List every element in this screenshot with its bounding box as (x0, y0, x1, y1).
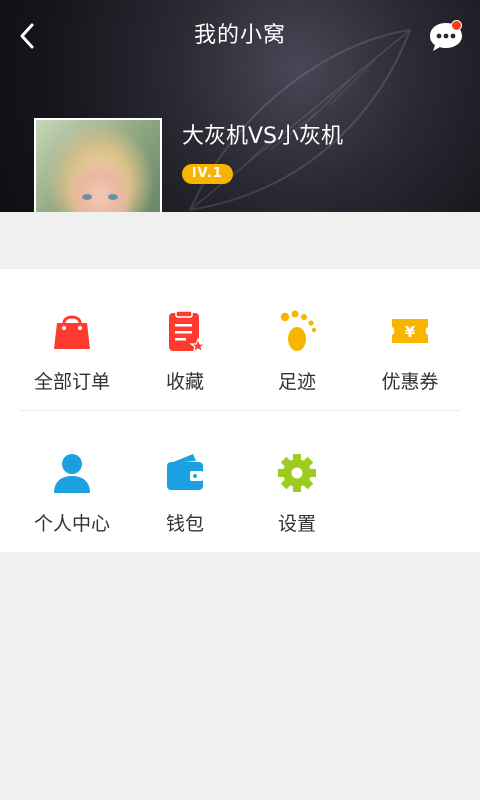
footprints-button[interactable]: 足迹 (242, 279, 352, 399)
menu-label: 收藏 (165, 371, 204, 393)
avatar-eye (82, 194, 92, 200)
messages-button[interactable] (426, 18, 466, 54)
profile-header: 我的小窝 大灰机VS小灰机 lV.1 (0, 0, 480, 212)
coupon-icon: ¥ (392, 319, 428, 343)
level-badge: lV.1 (182, 164, 233, 184)
favorite-list-icon (169, 310, 205, 353)
gear-icon (278, 454, 316, 492)
all-orders-button[interactable]: 全部订单 (17, 279, 127, 399)
menu-label: 足迹 (277, 371, 316, 393)
avatar-eye (108, 194, 118, 200)
personal-center-button[interactable]: 个人中心 (17, 421, 127, 541)
menu-label: 优惠券 (381, 371, 439, 393)
menu-divider (20, 410, 460, 411)
shopping-bag-icon (54, 315, 90, 349)
menu-label: 设置 (277, 513, 316, 535)
username: 大灰机VS小灰机 (182, 124, 344, 149)
coupons-button[interactable]: ¥ 优惠券 (355, 279, 465, 399)
menu-label: 钱包 (165, 513, 204, 535)
menu-label: 个人中心 (33, 513, 110, 535)
unread-dot (451, 20, 462, 31)
footprint-icon (280, 310, 317, 351)
svg-text:¥: ¥ (405, 323, 416, 341)
menu-panel: 全部订单 收藏 足迹 ¥ 优惠券 个人中心 钱包 设置 (0, 269, 480, 552)
menu-label: 全部订单 (33, 371, 110, 393)
avatar[interactable] (34, 118, 162, 212)
page-title: 我的小窝 (193, 23, 286, 48)
settings-button[interactable]: 设置 (242, 421, 352, 541)
wallet-button[interactable]: 钱包 (130, 421, 240, 541)
person-icon (54, 454, 90, 493)
favorites-button[interactable]: 收藏 (130, 279, 240, 399)
wallet-icon (167, 454, 203, 490)
